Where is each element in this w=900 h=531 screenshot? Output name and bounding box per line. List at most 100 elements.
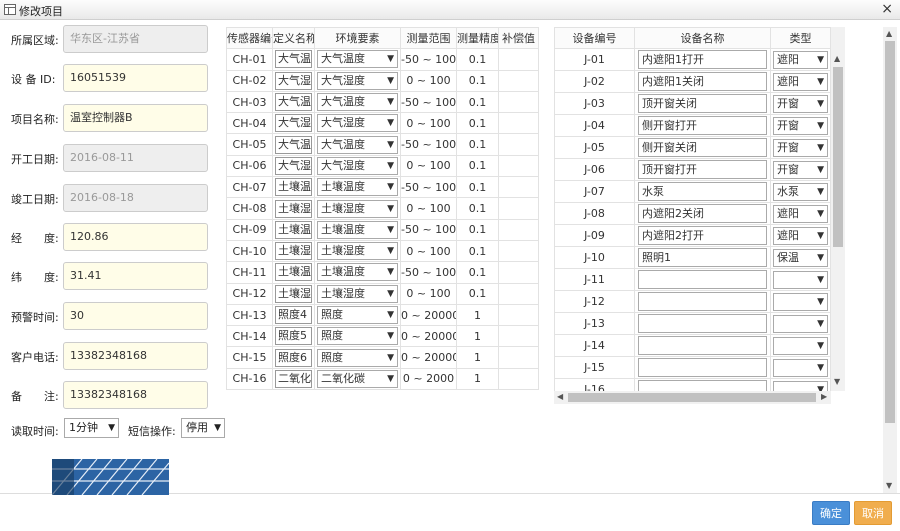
sensor-name-input[interactable]: 土壤湿度 xyxy=(275,199,312,218)
device-type-select[interactable]: 开窗 ▼ xyxy=(773,138,828,157)
sensor-compensation-cell[interactable] xyxy=(498,261,539,284)
sensor-name-input[interactable]: 土壤湿度 xyxy=(275,242,312,261)
sensor-compensation-cell[interactable] xyxy=(498,176,539,199)
cancel-button[interactable]: 取消 xyxy=(854,501,892,525)
device-type-select[interactable]: ▼ xyxy=(773,270,828,289)
sensor-element-select[interactable]: 大气温度 ▼ xyxy=(317,135,398,154)
form-field-input[interactable]: 温室控制器B xyxy=(63,104,208,132)
device-type-select[interactable]: ▼ xyxy=(773,292,828,311)
sensor-element-select[interactable]: 大气湿度 ▼ xyxy=(317,71,398,90)
form-field-input[interactable]: 30 xyxy=(63,302,208,330)
sensor-element-select[interactable]: 土壤温度 ▼ xyxy=(317,263,398,282)
device-name-input[interactable]: 侧开窗打开 xyxy=(638,116,767,136)
sensor-element-select[interactable]: 照度 ▼ xyxy=(317,306,398,324)
sensor-compensation-cell[interactable] xyxy=(498,112,539,135)
device-name-input[interactable]: 顶开窗关闭 xyxy=(638,94,767,114)
sensor-name-input[interactable]: 大气温度 xyxy=(275,93,312,112)
dialog-scroll-up-icon[interactable]: ▲ xyxy=(886,29,892,38)
sensor-element-select[interactable]: 土壤温度 ▼ xyxy=(317,220,398,239)
sensor-compensation-cell[interactable] xyxy=(498,69,539,92)
device-name-input[interactable]: 水泵 xyxy=(638,182,767,202)
dialog-scroll-down-icon[interactable]: ▼ xyxy=(886,481,892,490)
close-icon[interactable]: × xyxy=(881,1,893,17)
sensor-element-select[interactable]: 大气湿度 ▼ xyxy=(317,114,398,133)
sensor-name-input[interactable]: 大气湿度 xyxy=(275,156,312,175)
device-type-select[interactable]: 遮阳 ▼ xyxy=(773,72,828,91)
device-name-input[interactable] xyxy=(638,358,767,378)
form-field-input[interactable]: 13382348168 xyxy=(63,381,208,409)
dialog-vscrollbar[interactable]: ▲ ▼ xyxy=(883,27,897,493)
sensor-compensation-cell[interactable] xyxy=(498,154,539,178)
read-time-select[interactable]: 1分钟 ▼ xyxy=(64,418,119,438)
sensor-name-input[interactable]: 大气温度 xyxy=(275,135,312,154)
sensor-element-select[interactable]: 照度 ▼ xyxy=(317,327,398,346)
scrollbar-thumb[interactable] xyxy=(833,67,843,247)
sensor-compensation-cell[interactable] xyxy=(498,325,539,348)
device-type-select[interactable]: 遮阳 ▼ xyxy=(773,204,828,223)
sensor-compensation-cell[interactable] xyxy=(498,133,539,156)
sensor-name-input[interactable]: 大气温度 xyxy=(275,50,312,69)
device-name-input[interactable]: 内遮阳1打开 xyxy=(638,50,767,70)
sensor-name-input[interactable]: 二氧化碳 xyxy=(275,369,312,388)
sensor-compensation-cell[interactable] xyxy=(498,90,539,114)
device-name-input[interactable]: 内遮阳2关闭 xyxy=(638,204,767,224)
device-name-input[interactable] xyxy=(638,336,767,356)
sensor-name-input[interactable]: 照度4 xyxy=(275,306,312,324)
device-type-select[interactable]: ▼ xyxy=(773,358,828,377)
sensor-compensation-cell[interactable] xyxy=(498,218,539,241)
sensor-compensation-cell[interactable] xyxy=(498,48,539,71)
dialog-scrollbar-thumb[interactable] xyxy=(885,41,895,423)
sensor-name-input[interactable]: 大气湿度 xyxy=(275,114,312,133)
device-name-input[interactable]: 侧开窗关闭 xyxy=(638,138,767,158)
sensor-compensation-cell[interactable] xyxy=(498,282,539,305)
sensor-element-select[interactable]: 土壤湿度 ▼ xyxy=(317,242,398,261)
device-type-select[interactable]: 开窗 ▼ xyxy=(773,116,828,135)
hscrollbar-thumb[interactable] xyxy=(568,393,816,402)
device-name-input[interactable]: 内遮阳2打开 xyxy=(638,226,767,246)
device-type-select[interactable]: 遮阳 ▼ xyxy=(773,226,828,245)
sensor-compensation-cell[interactable] xyxy=(498,303,539,327)
device-name-input[interactable]: 内遮阳1关闭 xyxy=(638,72,767,92)
device-name-input[interactable]: 照明1 xyxy=(638,248,767,268)
sensor-element-select[interactable]: 土壤温度 ▼ xyxy=(317,178,398,197)
sensor-element-select[interactable]: 大气湿度 ▼ xyxy=(317,156,398,175)
form-field-input[interactable]: 16051539 xyxy=(63,64,208,92)
sensor-element-select[interactable]: 二氧化碳 ▼ xyxy=(317,369,398,388)
scroll-left-icon[interactable]: ◀ xyxy=(557,392,563,401)
device-type-select[interactable]: ▼ xyxy=(773,314,828,333)
device-type-select[interactable]: 遮阳 ▼ xyxy=(773,50,828,69)
sensor-name-input[interactable]: 土壤湿度 xyxy=(275,284,312,303)
device-type-select[interactable]: 保温 ▼ xyxy=(773,248,828,267)
sensor-element-select[interactable]: 大气温度 ▼ xyxy=(317,93,398,112)
sensor-name-input[interactable]: 土壤温度 xyxy=(275,220,312,239)
device-type-select[interactable]: 开窗 ▼ xyxy=(773,160,828,179)
scroll-up-icon[interactable]: ▲ xyxy=(834,54,840,63)
sensor-name-input[interactable]: 大气湿度 xyxy=(275,71,312,90)
device-type-select[interactable]: 水泵 ▼ xyxy=(773,182,828,201)
device-name-input[interactable]: 顶开窗打开 xyxy=(638,160,767,180)
device-table-hscrollbar[interactable]: ◀ ▶ xyxy=(554,391,831,404)
sensor-name-input[interactable]: 土壤温度 xyxy=(275,178,312,197)
device-name-input[interactable] xyxy=(638,314,767,334)
device-table-vscrollbar[interactable]: ▲ ▼ xyxy=(831,27,845,391)
sensor-compensation-cell[interactable] xyxy=(498,239,539,263)
form-field-input[interactable]: 13382348168 xyxy=(63,342,208,370)
device-name-input[interactable] xyxy=(638,270,767,290)
scroll-down-icon[interactable]: ▼ xyxy=(834,377,840,386)
sensor-name-input[interactable]: 照度6 xyxy=(275,348,312,367)
form-field-input[interactable]: 120.86 xyxy=(63,223,208,251)
sensor-compensation-cell[interactable] xyxy=(498,197,539,220)
confirm-button[interactable]: 确定 xyxy=(812,501,850,525)
sensor-name-input[interactable]: 照度5 xyxy=(275,327,312,346)
device-type-select[interactable]: ▼ xyxy=(773,336,828,355)
sensor-element-select[interactable]: 土壤湿度 ▼ xyxy=(317,199,398,218)
sensor-element-select[interactable]: 大气温度 ▼ xyxy=(317,50,398,69)
form-field-input[interactable]: 31.41 xyxy=(63,262,208,290)
sensor-compensation-cell[interactable] xyxy=(498,346,539,369)
scroll-right-icon[interactable]: ▶ xyxy=(821,392,827,401)
sms-select[interactable]: 停用 ▼ xyxy=(181,418,225,438)
device-name-input[interactable] xyxy=(638,292,767,312)
sensor-element-select[interactable]: 土壤湿度 ▼ xyxy=(317,284,398,303)
device-type-select[interactable]: 开窗 ▼ xyxy=(773,94,828,113)
sensor-name-input[interactable]: 土壤温度 xyxy=(275,263,312,282)
